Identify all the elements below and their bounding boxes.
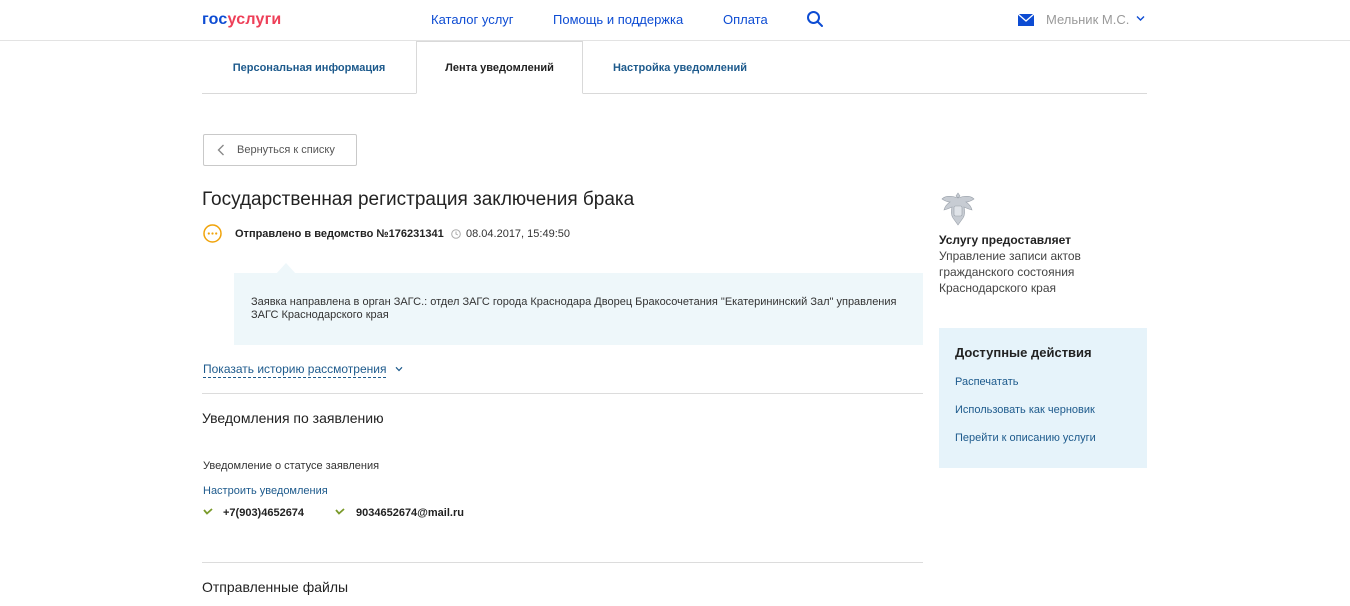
nav-catalog-link[interactable]: Каталог услуг	[431, 12, 514, 27]
back-button-label: Вернуться к списку	[237, 144, 335, 156]
available-actions-panel: Доступные действия Распечатать Использов…	[939, 328, 1147, 468]
nav-help-link[interactable]: Помощь и поддержка	[553, 12, 683, 27]
sent-files-section-title: Отправленные файлы	[202, 579, 349, 595]
chevron-left-icon	[217, 144, 224, 156]
provider-name-line: Управление записи актов	[939, 249, 1081, 263]
notification-email: 9034652674@mail.ru	[356, 507, 464, 519]
provider-name-line: гражданского состояния	[939, 265, 1075, 279]
provider-heading: Услугу предоставляет	[939, 233, 1072, 247]
actions-title: Доступные действия	[955, 345, 1092, 360]
show-history-link[interactable]: Показать историю рассмотрения	[203, 362, 387, 378]
search-icon[interactable]	[806, 10, 824, 28]
tab-notification-feed[interactable]: Лента уведомлений	[416, 41, 583, 94]
nav-payment-link[interactable]: Оплата	[723, 12, 768, 27]
service-description-link[interactable]: Перейти к описанию услуги	[955, 432, 1096, 444]
status-message-line: ЗАГС Краснодарского края	[251, 309, 389, 321]
status-message-line: Заявка направлена в орган ЗАГС.: отдел З…	[251, 296, 897, 308]
gosuslugi-logo[interactable]: госуслуги	[202, 11, 281, 29]
notification-phone: +7(903)4652674	[223, 507, 305, 519]
clock-icon	[451, 229, 461, 239]
top-header: госуслуги Каталог услуг Помощь и поддерж…	[0, 0, 1350, 41]
notifications-section-title: Уведомления по заявлению	[202, 410, 384, 426]
status-pending-icon	[203, 224, 222, 243]
mail-icon[interactable]	[1018, 14, 1034, 26]
status-message-box: Заявка направлена в орган ЗАГС.: отдел З…	[234, 273, 923, 345]
tab-personal-info[interactable]: Персональная информация	[202, 41, 416, 94]
chevron-down-icon[interactable]	[1136, 15, 1145, 22]
check-icon	[335, 508, 345, 515]
tab-notification-settings[interactable]: Настройка уведомлений	[583, 41, 777, 94]
coat-of-arms-icon	[941, 192, 975, 226]
notification-status-label: Уведомление о статусе заявления	[203, 460, 380, 472]
back-to-list-button[interactable]: Вернуться к списку	[203, 134, 357, 166]
configure-notifications-link[interactable]: Настроить уведомления	[203, 485, 328, 497]
section-divider	[202, 393, 923, 394]
use-as-draft-link[interactable]: Использовать как черновик	[955, 404, 1095, 416]
print-link[interactable]: Распечатать	[955, 376, 1018, 388]
check-icon	[203, 508, 213, 515]
logo-part-uslugi: услуги	[227, 11, 282, 28]
page-title: Государственная регистрация заключения б…	[202, 189, 635, 210]
chevron-down-icon[interactable]	[395, 366, 403, 372]
logo-part-gos: гос	[202, 11, 228, 28]
section-divider	[202, 562, 923, 563]
provider-name-line: Краснодарского края	[939, 281, 1056, 295]
status-text: Отправлено в ведомство №176231341	[235, 228, 444, 240]
status-datetime: 08.04.2017, 15:49:50	[466, 228, 570, 240]
user-name[interactable]: Мельник М.С.	[1046, 12, 1129, 27]
